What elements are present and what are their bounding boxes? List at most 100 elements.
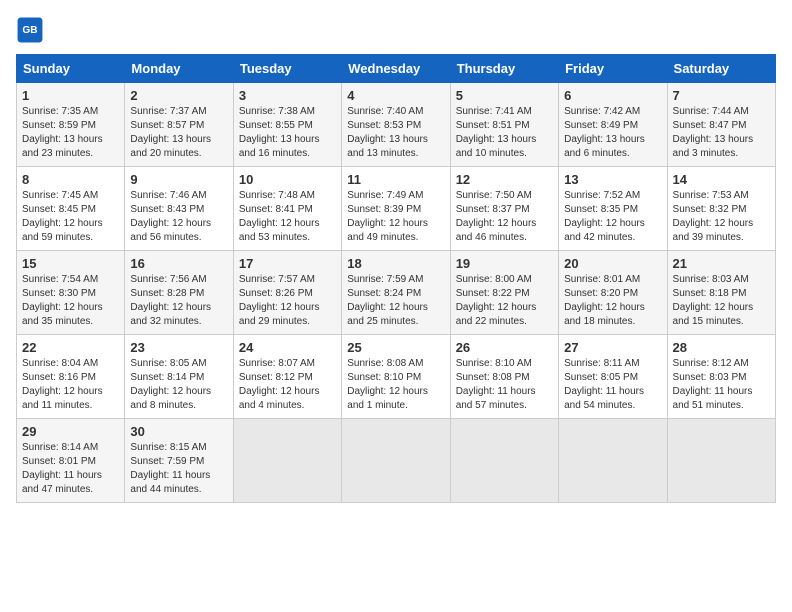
day-number: 27: [564, 340, 661, 355]
calendar-cell: 11 Sunrise: 7:49 AMSunset: 8:39 PMDayligh…: [342, 167, 450, 251]
day-info: Sunrise: 7:45 AMSunset: 8:45 PMDaylight:…: [22, 189, 119, 245]
day-number: 3: [239, 88, 336, 103]
week-row: 29Sunrise: 8:14 AMSunset: 8:01 PMDayligh…: [17, 419, 776, 503]
day-info: Sunrise: 8:12 AMSunset: 8:03 PMDaylight:…: [673, 357, 770, 413]
day-info: Sunrise: 7:41 AMSunset: 8:51 PMDaylight:…: [456, 105, 553, 161]
day-info: Sunrise: 7:50 AMSunset: 8:37 PMDaylight:…: [456, 189, 553, 245]
calendar-cell: 5 Sunrise: 7:41 AMSunset: 8:51 PMDaylight…: [450, 83, 558, 167]
day-number: 14: [673, 172, 770, 187]
week-row: 22 Sunrise: 8:04 AMSunset: 8:16 PMDayligh…: [17, 335, 776, 419]
calendar-cell: 19Sunrise: 8:00 AMSunset: 8:22 PMDayligh…: [450, 251, 558, 335]
day-number: 25: [347, 340, 444, 355]
calendar-cell: 13 Sunrise: 7:52 AMSunset: 8:35 PMDayligh…: [559, 167, 667, 251]
day-info: Sunrise: 7:52 AMSunset: 8:35 PMDaylight:…: [564, 189, 661, 245]
day-number: 2: [130, 88, 227, 103]
day-number: 15: [22, 256, 119, 271]
day-number: 21: [673, 256, 770, 271]
calendar-cell: 30Sunrise: 8:15 AMSunset: 7:59 PMDayligh…: [125, 419, 233, 503]
day-number: 29: [22, 424, 119, 439]
col-header-thursday: Thursday: [450, 55, 558, 83]
calendar-table: SundayMondayTuesdayWednesdayThursdayFrid…: [16, 54, 776, 503]
svg-text:GB: GB: [22, 25, 37, 36]
calendar-cell: 12 Sunrise: 7:50 AMSunset: 8:37 PMDayligh…: [450, 167, 558, 251]
day-number: 7: [673, 88, 770, 103]
calendar-cell: 3 Sunrise: 7:38 AMSunset: 8:55 PMDaylight…: [233, 83, 341, 167]
week-row: 15 Sunrise: 7:54 AMSunset: 8:30 PMDayligh…: [17, 251, 776, 335]
day-number: 30: [130, 424, 227, 439]
day-info: Sunrise: 7:46 AMSunset: 8:43 PMDaylight:…: [130, 189, 227, 245]
day-info: Sunrise: 7:37 AMSunset: 8:57 PMDaylight:…: [130, 105, 227, 161]
day-number: 18: [347, 256, 444, 271]
calendar-cell: 15 Sunrise: 7:54 AMSunset: 8:30 PMDayligh…: [17, 251, 125, 335]
col-header-sunday: Sunday: [17, 55, 125, 83]
day-info: Sunrise: 7:59 AMSunset: 8:24 PMDaylight:…: [347, 273, 444, 329]
day-info: Sunrise: 7:53 AMSunset: 8:32 PMDaylight:…: [673, 189, 770, 245]
calendar-cell: 14 Sunrise: 7:53 AMSunset: 8:32 PMDayligh…: [667, 167, 775, 251]
day-info: Sunrise: 8:07 AMSunset: 8:12 PMDaylight:…: [239, 357, 336, 413]
calendar-cell: [233, 419, 341, 503]
calendar-cell: 2 Sunrise: 7:37 AMSunset: 8:57 PMDaylight…: [125, 83, 233, 167]
day-number: 28: [673, 340, 770, 355]
calendar-cell: 6 Sunrise: 7:42 AMSunset: 8:49 PMDaylight…: [559, 83, 667, 167]
calendar-cell: 20 Sunrise: 8:01 AMSunset: 8:20 PMDayligh…: [559, 251, 667, 335]
day-number: 1: [22, 88, 119, 103]
day-number: 4: [347, 88, 444, 103]
day-number: 6: [564, 88, 661, 103]
day-info: Sunrise: 7:57 AMSunset: 8:26 PMDaylight:…: [239, 273, 336, 329]
day-number: 22: [22, 340, 119, 355]
column-headers: SundayMondayTuesdayWednesdayThursdayFrid…: [17, 55, 776, 83]
day-info: Sunrise: 7:54 AMSunset: 8:30 PMDaylight:…: [22, 273, 119, 329]
day-number: 23: [130, 340, 227, 355]
calendar-cell: 17 Sunrise: 7:57 AMSunset: 8:26 PMDayligh…: [233, 251, 341, 335]
day-info: Sunrise: 8:01 AMSunset: 8:20 PMDaylight:…: [564, 273, 661, 329]
day-number: 5: [456, 88, 553, 103]
day-number: 9: [130, 172, 227, 187]
day-number: 13: [564, 172, 661, 187]
day-info: Sunrise: 8:00 AMSunset: 8:22 PMDaylight:…: [456, 273, 553, 329]
logo-icon: GB: [16, 16, 44, 44]
calendar-cell: 9 Sunrise: 7:46 AMSunset: 8:43 PMDaylight…: [125, 167, 233, 251]
col-header-saturday: Saturday: [667, 55, 775, 83]
calendar-cell: 18 Sunrise: 7:59 AMSunset: 8:24 PMDayligh…: [342, 251, 450, 335]
day-number: 10: [239, 172, 336, 187]
col-header-wednesday: Wednesday: [342, 55, 450, 83]
calendar-cell: 24 Sunrise: 8:07 AMSunset: 8:12 PMDayligh…: [233, 335, 341, 419]
day-number: 8: [22, 172, 119, 187]
day-number: 17: [239, 256, 336, 271]
calendar-cell: [559, 419, 667, 503]
day-info: Sunrise: 8:10 AMSunset: 8:08 PMDaylight:…: [456, 357, 553, 413]
calendar-cell: 23 Sunrise: 8:05 AMSunset: 8:14 PMDayligh…: [125, 335, 233, 419]
day-number: 16: [130, 256, 227, 271]
calendar-cell: 16 Sunrise: 7:56 AMSunset: 8:28 PMDayligh…: [125, 251, 233, 335]
calendar-cell: 4Sunrise: 7:40 AMSunset: 8:53 PMDaylight…: [342, 83, 450, 167]
calendar-cell: 26Sunrise: 8:10 AMSunset: 8:08 PMDayligh…: [450, 335, 558, 419]
calendar-cell: 1Sunrise: 7:35 AMSunset: 8:59 PMDaylight…: [17, 83, 125, 167]
calendar-cell: [342, 419, 450, 503]
page-header: GB: [16, 16, 776, 44]
day-info: Sunrise: 7:38 AMSunset: 8:55 PMDaylight:…: [239, 105, 336, 161]
day-info: Sunrise: 7:44 AMSunset: 8:47 PMDaylight:…: [673, 105, 770, 161]
day-info: Sunrise: 8:04 AMSunset: 8:16 PMDaylight:…: [22, 357, 119, 413]
calendar-cell: 21 Sunrise: 8:03 AMSunset: 8:18 PMDayligh…: [667, 251, 775, 335]
day-info: Sunrise: 8:11 AMSunset: 8:05 PMDaylight:…: [564, 357, 661, 413]
day-info: Sunrise: 8:03 AMSunset: 8:18 PMDaylight:…: [673, 273, 770, 329]
day-number: 12: [456, 172, 553, 187]
day-info: Sunrise: 7:56 AMSunset: 8:28 PMDaylight:…: [130, 273, 227, 329]
day-info: Sunrise: 7:42 AMSunset: 8:49 PMDaylight:…: [564, 105, 661, 161]
calendar-cell: 28 Sunrise: 8:12 AMSunset: 8:03 PMDayligh…: [667, 335, 775, 419]
calendar-cell: 22 Sunrise: 8:04 AMSunset: 8:16 PMDayligh…: [17, 335, 125, 419]
calendar-cell: [450, 419, 558, 503]
day-info: Sunrise: 7:49 AMSunset: 8:39 PMDaylight:…: [347, 189, 444, 245]
calendar-cell: 8 Sunrise: 7:45 AMSunset: 8:45 PMDaylight…: [17, 167, 125, 251]
day-info: Sunrise: 7:48 AMSunset: 8:41 PMDaylight:…: [239, 189, 336, 245]
calendar-cell: [667, 419, 775, 503]
week-row: 8 Sunrise: 7:45 AMSunset: 8:45 PMDaylight…: [17, 167, 776, 251]
day-number: 11: [347, 172, 444, 187]
logo: GB: [16, 16, 48, 44]
day-info: Sunrise: 8:05 AMSunset: 8:14 PMDaylight:…: [130, 357, 227, 413]
calendar-cell: 27 Sunrise: 8:11 AMSunset: 8:05 PMDayligh…: [559, 335, 667, 419]
day-number: 24: [239, 340, 336, 355]
calendar-cell: 29Sunrise: 8:14 AMSunset: 8:01 PMDayligh…: [17, 419, 125, 503]
day-number: 20: [564, 256, 661, 271]
calendar-cell: 25Sunrise: 8:08 AMSunset: 8:10 PMDayligh…: [342, 335, 450, 419]
